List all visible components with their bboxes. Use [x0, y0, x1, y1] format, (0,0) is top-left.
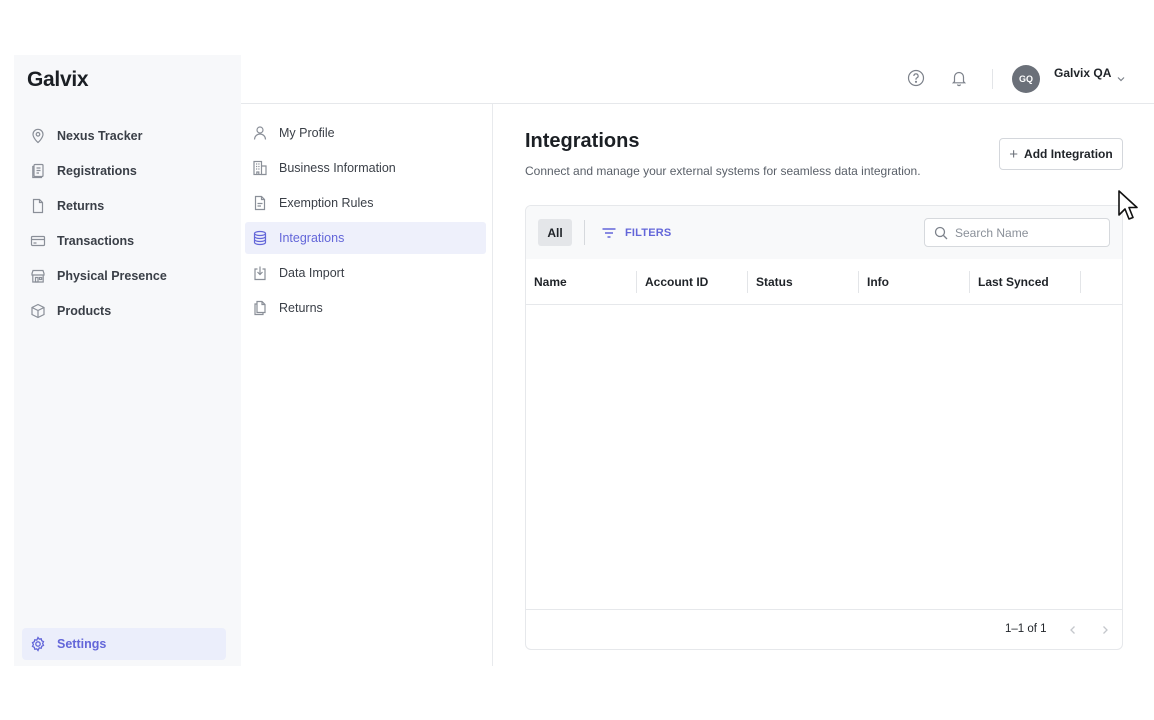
search-icon	[934, 226, 948, 240]
subnav-item-label: Exemption Rules	[279, 196, 374, 210]
sidebar-item-nexus-tracker[interactable]: Nexus Tracker	[14, 118, 241, 153]
integrations-table-card: All FILTERS Name Account ID	[525, 205, 1123, 650]
files-icon	[251, 299, 269, 317]
pagination-range: 1–1 of 1	[1005, 623, 1047, 635]
settings-subnav: My Profile Business Information Exemptio…	[241, 104, 493, 666]
app-shell: Galvix Nexus Tracker Registrations Retur…	[14, 55, 1154, 666]
subnav-item-label: Returns	[279, 301, 323, 315]
sidebar-item-settings[interactable]: Settings	[22, 628, 226, 660]
table-body	[526, 305, 1122, 609]
sidebar-item-transactions[interactable]: Transactions	[14, 223, 241, 258]
map-pin-icon	[29, 127, 47, 145]
subnav-item-label: Business Information	[279, 161, 396, 175]
subnav-item-business-information[interactable]: Business Information	[245, 152, 486, 184]
page-subtitle: Connect and manage your external systems…	[525, 164, 921, 178]
subnav-item-label: My Profile	[279, 126, 335, 140]
user-name[interactable]: Galvix QA	[1054, 66, 1111, 80]
document-icon	[29, 197, 47, 215]
primary-sidebar: Galvix Nexus Tracker Registrations Retur…	[14, 55, 241, 666]
sidebar-item-label: Transactions	[57, 233, 135, 248]
add-integration-label: Add Integration	[1024, 147, 1113, 161]
plus-icon: +	[1009, 145, 1019, 163]
sidebar-item-returns[interactable]: Returns	[14, 188, 241, 223]
search-box	[924, 218, 1110, 247]
help-icon[interactable]	[907, 69, 925, 87]
column-header-info[interactable]: Info	[859, 259, 970, 305]
brand-logo[interactable]: Galvix	[27, 68, 89, 92]
add-integration-button[interactable]: + Add Integration	[999, 138, 1123, 170]
user-icon	[251, 124, 269, 142]
top-bar: GQ Galvix QA	[241, 55, 1154, 104]
storefront-icon	[29, 267, 47, 285]
building-icon	[251, 159, 269, 177]
filters-button[interactable]: FILTERS	[601, 224, 671, 242]
registrations-icon	[29, 162, 47, 180]
sidebar-item-label: Products	[57, 303, 112, 318]
sidebar-item-registrations[interactable]: Registrations	[14, 153, 241, 188]
filter-chip-all[interactable]: All	[538, 219, 572, 246]
subnav-item-integrations[interactable]: Integrations	[245, 222, 486, 254]
column-header-status[interactable]: Status	[748, 259, 859, 305]
primary-nav: Nexus Tracker Registrations Returns Tran…	[14, 118, 241, 328]
sidebar-item-products[interactable]: Products	[14, 293, 241, 328]
table-pagination: 1–1 of 1	[526, 609, 1122, 649]
bell-icon[interactable]	[950, 69, 968, 87]
subnav-item-label: Integrations	[279, 231, 345, 245]
table-header: Name Account ID Status Info Last Synced	[526, 259, 1122, 305]
avatar[interactable]: GQ	[1012, 65, 1040, 93]
toolbar-divider	[584, 220, 585, 245]
sidebar-settings-label: Settings	[57, 637, 107, 651]
subnav-item-data-import[interactable]: Data Import	[245, 257, 486, 289]
import-icon	[251, 264, 269, 282]
sidebar-item-label: Registrations	[57, 163, 137, 178]
search-input[interactable]	[955, 225, 1105, 240]
subnav-item-my-profile[interactable]: My Profile	[245, 117, 486, 149]
sidebar-item-label: Returns	[57, 198, 105, 213]
sidebar-item-label: Nexus Tracker	[57, 128, 143, 143]
page-title: Integrations	[525, 130, 640, 152]
chevron-left-icon[interactable]	[1066, 623, 1080, 637]
chevron-down-icon[interactable]	[1115, 72, 1127, 84]
sidebar-item-label: Physical Presence	[57, 268, 167, 283]
gear-icon	[29, 635, 47, 653]
column-header-name[interactable]: Name	[526, 259, 637, 305]
table-toolbar: All FILTERS	[526, 206, 1122, 259]
sidebar-item-physical-presence[interactable]: Physical Presence	[14, 258, 241, 293]
subnav-item-exemption-rules[interactable]: Exemption Rules	[245, 187, 486, 219]
main-content: Integrations Connect and manage your ext…	[493, 104, 1154, 666]
filter-icon	[601, 225, 617, 241]
chevron-right-icon[interactable]	[1098, 623, 1112, 637]
filters-label: FILTERS	[625, 227, 672, 239]
mouse-cursor-icon	[1118, 190, 1138, 220]
credit-card-icon	[29, 232, 47, 250]
file-text-icon	[251, 194, 269, 212]
topbar-divider	[992, 69, 993, 89]
column-header-account-id[interactable]: Account ID	[637, 259, 748, 305]
database-icon	[251, 229, 269, 247]
box-icon	[29, 302, 47, 320]
column-header-last-synced[interactable]: Last Synced	[970, 259, 1081, 305]
subnav-item-label: Data Import	[279, 266, 345, 280]
subnav-item-returns[interactable]: Returns	[245, 292, 486, 324]
